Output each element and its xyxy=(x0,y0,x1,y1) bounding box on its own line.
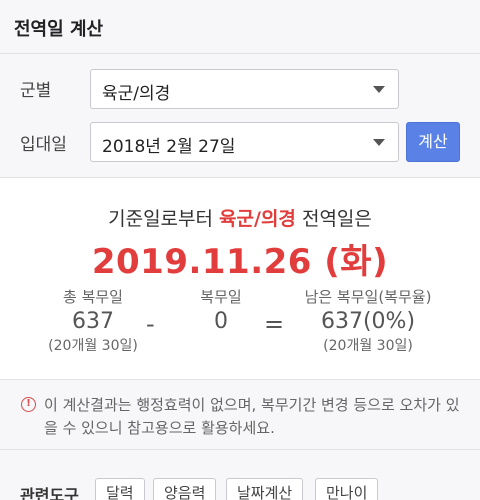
tool-age-button[interactable]: 만나이 xyxy=(315,478,379,500)
branch-select[interactable]: 육군/의경 xyxy=(90,69,399,109)
page-title: 전역일 계산 xyxy=(14,19,104,40)
total-days-sub: (20개월 30일) xyxy=(48,338,138,354)
total-days-value: 637 xyxy=(72,309,114,334)
disclaimer-notice: ! 이 계산결과는 행정효력이 없으며, 복무기간 변경 등으로 오차가 있을 … xyxy=(0,380,480,450)
result-headline: 기준일로부터 육군/의경 전역일은 xyxy=(0,204,480,231)
tool-date-calc-button[interactable]: 날짜계산 xyxy=(226,478,304,500)
input-form: 군별 육군/의경 입대일 2018년 2월 27일 계산 xyxy=(0,54,480,178)
served-days: 복무일 0 xyxy=(178,286,264,334)
total-service-days: 총 복무일 637 (20개월 30일) xyxy=(28,286,158,355)
page-header: 전역일 계산 xyxy=(0,0,480,54)
total-days-label: 총 복무일 xyxy=(63,288,123,306)
headline-suffix: 전역일은 xyxy=(301,208,372,230)
discharge-date: 2019.11.26 (화) xyxy=(91,242,389,282)
related-tools-label: 관련도구 xyxy=(20,486,79,500)
remaining-days-sub: (20개월 30일) xyxy=(323,338,413,354)
enlist-date-value: 2018년 2월 27일 xyxy=(102,137,236,157)
headline-branch: 육군/의경 xyxy=(219,208,296,230)
enlist-date-label: 입대일 xyxy=(20,135,67,155)
related-tools: 관련도구 달력 양음력 날짜계산 만나이 xyxy=(0,450,480,500)
exclamation-circle-icon: ! xyxy=(21,397,36,412)
minus-operator: - xyxy=(146,310,155,338)
served-days-value: 0 xyxy=(214,309,228,334)
remaining-days: 남은 복무일(복무율) 637(0%) (20개월 30일) xyxy=(284,286,452,355)
branch-label: 군별 xyxy=(20,81,52,101)
remaining-days-value: 637(0%) xyxy=(320,309,416,334)
branch-select-value: 육군/의경 xyxy=(102,84,171,104)
headline-prefix: 기준일로부터 xyxy=(108,208,213,230)
calculate-button[interactable]: 계산 xyxy=(406,122,460,162)
chevron-down-icon xyxy=(373,86,385,93)
tool-lunar-solar-button[interactable]: 양음력 xyxy=(153,478,217,500)
result-panel: 기준일로부터 육군/의경 전역일은 2019.11.26 (화) 총 복무일 6… xyxy=(0,178,480,380)
tool-calendar-button[interactable]: 달력 xyxy=(95,478,145,500)
enlist-date-select[interactable]: 2018년 2월 27일 xyxy=(90,122,399,162)
remaining-days-label: 남은 복무일(복무율) xyxy=(304,288,432,306)
disclaimer-text: 이 계산결과는 행정효력이 없으며, 복무기간 변경 등으로 오차가 있을 수 … xyxy=(44,396,460,437)
served-days-label: 복무일 xyxy=(200,288,242,306)
chevron-down-icon xyxy=(373,139,385,146)
equals-operator: = xyxy=(264,310,285,338)
